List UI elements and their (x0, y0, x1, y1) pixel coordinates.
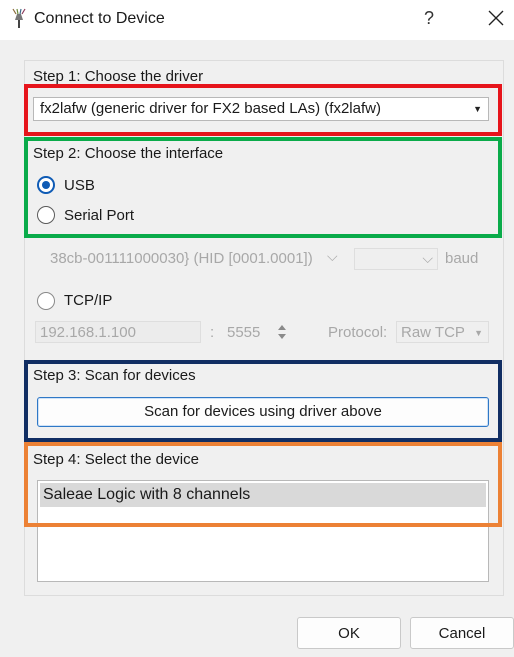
help-button[interactable]: ? (424, 8, 434, 29)
step3-highlight-box (24, 360, 502, 442)
baud-select[interactable]: ⌵ (354, 248, 438, 270)
ip-address-input[interactable]: 192.168.1.100 (35, 321, 201, 343)
protocol-dropdown-icon: ▼ (474, 328, 483, 338)
tcpip-radio-label[interactable]: TCP/IP (64, 292, 112, 309)
ip-address-value: 192.168.1.100 (40, 324, 136, 341)
tcpip-radio[interactable] (37, 292, 55, 310)
port-colon: : (210, 324, 215, 341)
protocol-select[interactable]: Raw TCP ▼ (396, 321, 489, 343)
step1-label: Step 1: Choose the driver (33, 68, 204, 85)
serial-port-select-value: 38cb-001111000030} (HID [0001.0001]) (50, 250, 313, 267)
protocol-select-value: Raw TCP (401, 324, 465, 341)
window-title: Connect to Device (34, 10, 165, 27)
serial-chevron-icon: ⌵ (327, 248, 338, 264)
title-bar: Connect to Device ? (0, 0, 514, 40)
pulseview-probe-icon (12, 8, 26, 28)
step4-highlight-box (24, 442, 502, 527)
ok-button[interactable]: OK (297, 617, 401, 649)
serial-port-select[interactable]: 38cb-001111000030} (HID [0001.0001]) (50, 250, 328, 267)
port-spinner-icon[interactable] (276, 322, 288, 342)
step1-highlight-box (24, 84, 502, 136)
step2-highlight-box (24, 137, 502, 238)
protocol-label: Protocol: (328, 324, 388, 341)
cancel-button[interactable]: Cancel (410, 617, 514, 649)
baud-label: baud (445, 250, 479, 267)
port-input[interactable]: 5555 (227, 324, 260, 341)
baud-chevron-icon: ⌵ (422, 250, 433, 266)
close-icon[interactable] (486, 8, 506, 28)
